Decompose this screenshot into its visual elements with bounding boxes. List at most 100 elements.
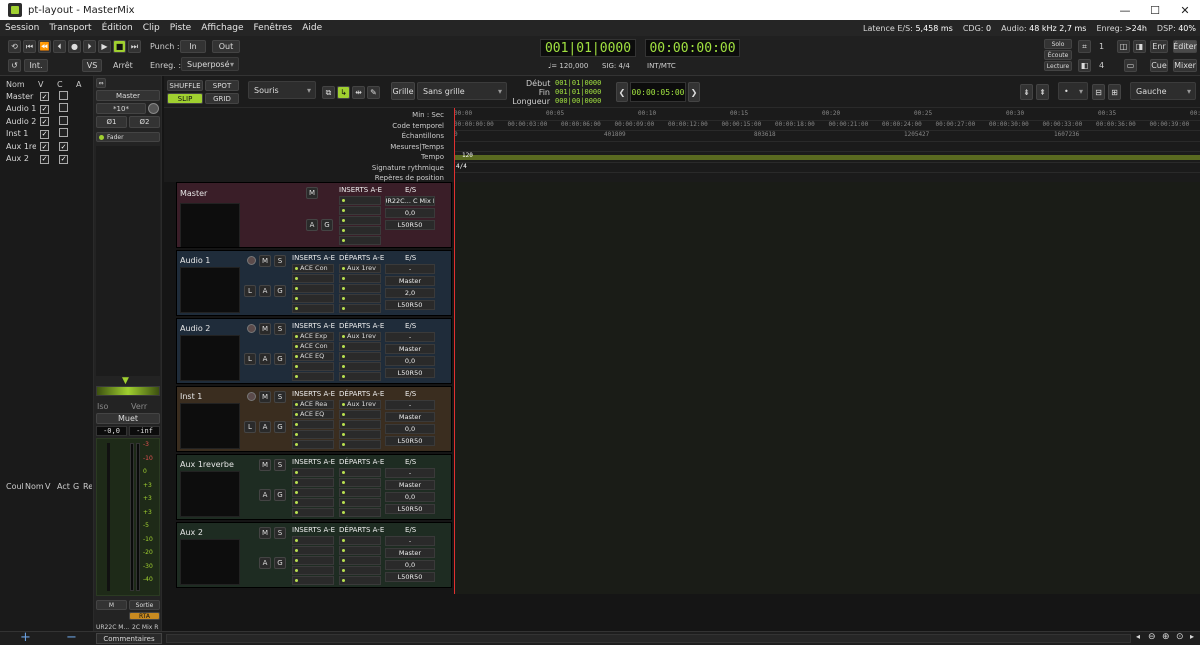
maximize-icon[interactable]: ☐ (1140, 0, 1170, 20)
fin-value[interactable]: 001|01|0000 (555, 88, 601, 96)
lecture-button[interactable]: Lecture (1044, 61, 1072, 71)
insert-slot[interactable] (339, 206, 381, 215)
input-selector[interactable]: - (385, 536, 435, 546)
insert-slot[interactable] (292, 440, 334, 449)
menu-3[interactable]: Clip (138, 23, 165, 33)
output-selector[interactable]: Master (385, 548, 435, 558)
insert-slot[interactable]: ACE Con (292, 342, 334, 351)
send-slot[interactable] (339, 294, 381, 303)
insert-slot[interactable] (292, 566, 334, 575)
end-icon[interactable]: ⏭ (128, 40, 141, 53)
timecode-clock[interactable]: 00:00:00:00 (645, 39, 740, 57)
tracklist-c-checkbox[interactable]: ✓ (59, 154, 68, 164)
regions-header-0[interactable]: Coul (0, 482, 24, 491)
pan-marker-icon[interactable]: ▼ (122, 376, 129, 386)
send-slot[interactable]: Aux 1rev (339, 264, 381, 273)
fader-level-display[interactable]: -0,0 (96, 426, 127, 436)
send-slot[interactable] (339, 440, 381, 449)
track-header[interactable]: Aux 2 M S A G INSERTS A-E DÉPARTS A-E E/S - Maste… (176, 522, 452, 588)
punch-in-button[interactable]: In (180, 40, 206, 53)
insert-slot[interactable] (292, 546, 334, 555)
group-button[interactable]: G (274, 489, 286, 501)
send-slot[interactable] (339, 546, 381, 555)
select-tool-icon[interactable]: ↳ (337, 86, 350, 99)
tempo-display[interactable]: ♩= 120,000 (548, 62, 588, 70)
solo-button[interactable]: S (274, 527, 286, 539)
tracklist-row[interactable]: Inst 1 ✓ (0, 128, 93, 141)
send-slot[interactable]: Aux 1rev (339, 400, 381, 409)
send-slot[interactable] (339, 274, 381, 283)
tracklist-row[interactable]: Aux 1rev ✓ ✓ (0, 140, 93, 153)
pan-display[interactable]: L50R50 (385, 504, 435, 514)
longueur-value[interactable]: 000|00|0000 (555, 97, 601, 105)
menu-6[interactable]: Fenêtres (249, 23, 298, 33)
mute-button[interactable]: M (259, 527, 271, 539)
stop-icon[interactable]: ■ (113, 40, 126, 53)
tracklist-row[interactable]: Master ✓ (0, 90, 93, 103)
mute-button[interactable]: M (259, 323, 271, 335)
automation-button[interactable]: A (259, 421, 271, 433)
tracklist-v-checkbox[interactable]: ✓ (40, 117, 49, 126)
send-slot[interactable] (339, 304, 381, 313)
spot-button[interactable]: SPOT (205, 80, 239, 91)
strip-name-button[interactable]: Master (96, 90, 160, 101)
volume-display[interactable]: 0,0 (385, 492, 435, 502)
add-track-button[interactable]: + (20, 630, 31, 645)
meter-ruler[interactable]: 4/4 (454, 163, 1200, 173)
send-slot[interactable] (339, 372, 381, 381)
nudge-back-icon[interactable]: ❮ (616, 82, 628, 102)
group-button[interactable]: G (274, 285, 286, 297)
menu-5[interactable]: Affichage (196, 23, 248, 33)
solo-button[interactable]: S (274, 459, 286, 471)
automation-button[interactable]: A (259, 489, 271, 501)
output-selector[interactable]: Master (385, 412, 435, 422)
minsec-ruler[interactable]: 00:00 00:05 00:10 00:15 00:20 00:25 00:30 00:35… (454, 110, 1200, 121)
track-header[interactable]: Audio 2 M S L A G INSERTS A-E DÉPARTS A-E E/S ACE… (176, 318, 452, 384)
bars-beats-ruler[interactable] (454, 142, 1200, 152)
send-slot[interactable] (339, 478, 381, 487)
input-selector[interactable]: - (385, 400, 435, 410)
samples-ruler[interactable]: 0 401809 803618 1205427 1607236 (454, 131, 1200, 142)
menu-0[interactable]: Session (0, 23, 44, 33)
phase-2-button[interactable]: Ø2 (129, 116, 160, 128)
pan-display[interactable]: L50R50 (385, 572, 435, 582)
tracklist-row[interactable]: Aux 2 ✓ ✓ (0, 153, 93, 166)
track-header[interactable]: Inst 1 M S L A G INSERTS A-E DÉPARTS A-E E/S ACE … (176, 386, 452, 452)
editer-button[interactable]: Éditer (1173, 40, 1197, 53)
insert-slot[interactable] (292, 284, 334, 293)
grid-toggle-button[interactable]: Grille (391, 82, 415, 100)
insert-slot[interactable] (292, 576, 334, 585)
send-slot[interactable] (339, 352, 381, 361)
grid-select[interactable]: Sans grille (417, 82, 507, 100)
zoom-fit-icon[interactable]: ⊙ (1176, 632, 1184, 642)
menu-4[interactable]: Piste (165, 23, 197, 33)
strip-width-icon[interactable]: ⇔ (96, 78, 106, 88)
insert-slot[interactable] (292, 556, 334, 565)
menu-1[interactable]: Transport (44, 23, 96, 33)
insert-slot[interactable] (292, 488, 334, 497)
play-icon[interactable]: ▶ (98, 40, 111, 53)
align-select[interactable]: Gauche (1130, 82, 1196, 100)
tempo-ruler[interactable]: 120 (454, 152, 1200, 163)
scroll-left-icon[interactable]: ◂ (1136, 632, 1140, 641)
tracklist-c-checkbox[interactable] (59, 128, 68, 138)
pan-slider[interactable] (96, 386, 160, 396)
scroll-right-icon[interactable]: ▸ (1190, 632, 1194, 641)
tracklist-row[interactable]: Audio 1 ✓ (0, 103, 93, 116)
input-selector[interactable]: - (385, 468, 435, 478)
remove-track-button[interactable]: − (66, 630, 77, 645)
automation-button[interactable]: A (259, 353, 271, 365)
verr-button[interactable]: Verr (131, 402, 147, 411)
output-selector[interactable]: Master (385, 276, 435, 286)
send-slot[interactable] (339, 284, 381, 293)
solo-button[interactable]: S (274, 391, 286, 403)
tracklist-v-checkbox[interactable]: ✓ (40, 104, 49, 114)
edit-tool-select[interactable]: Souris (248, 81, 316, 99)
send-slot[interactable] (339, 468, 381, 477)
mute-button[interactable]: M (259, 391, 271, 403)
volume-display[interactable]: 0,0 (385, 208, 435, 218)
return-icon[interactable]: ↺ (8, 59, 21, 72)
mixer-list-icon[interactable]: ◨ (1133, 40, 1146, 53)
send-slot[interactable] (339, 566, 381, 575)
close-icon[interactable]: ✕ (1170, 0, 1200, 20)
